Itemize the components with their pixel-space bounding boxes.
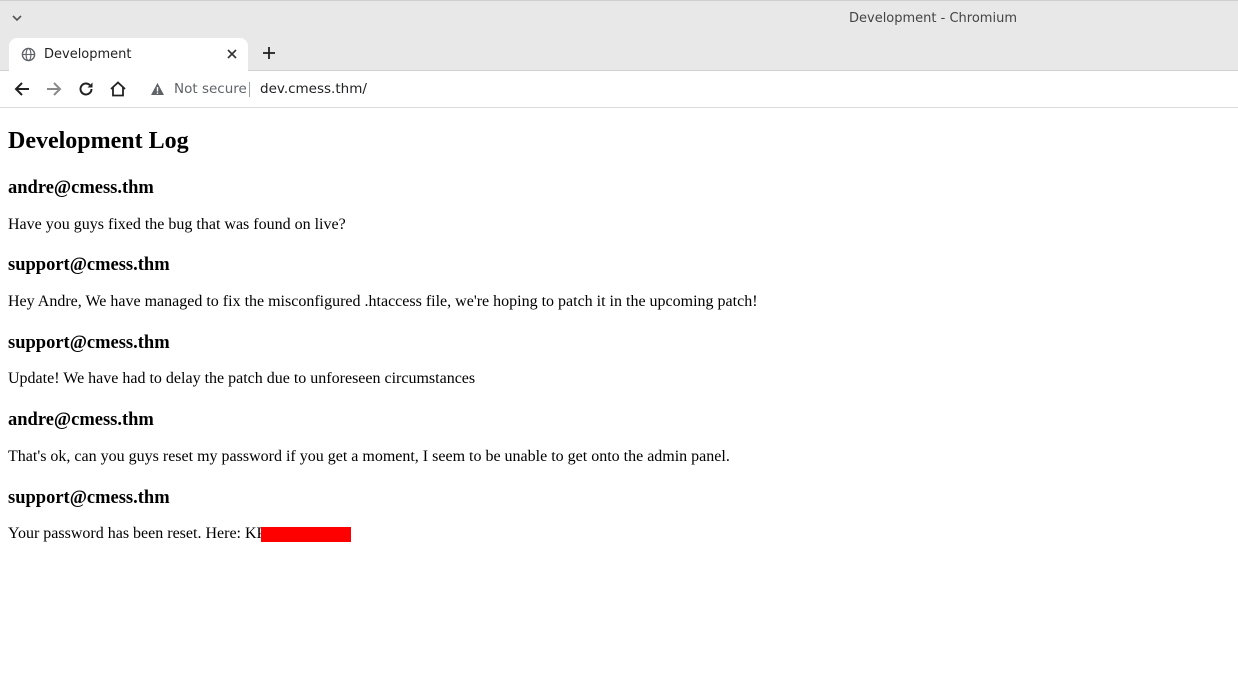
tab-label: Development [44,47,132,62]
entry-message: Update! We have had to delay the patch d… [8,370,476,387]
url-text[interactable]: dev.cmess.thm/ [260,81,367,97]
entry-author: andre@cmess.thm [8,410,154,430]
security-label[interactable]: Not secure [174,81,247,97]
entry-author: support@cmess.thm [8,488,170,508]
arrow-left-icon[interactable] [13,80,31,98]
entry-author: support@cmess.thm [8,333,170,353]
globe-icon [21,47,36,62]
home-icon[interactable] [109,80,127,98]
tab-strip: Development [0,37,1238,71]
browser-window: Development - Chromium Development Not s… [0,0,1238,678]
chevron-down-icon[interactable] [11,13,23,23]
reload-icon[interactable] [77,80,95,98]
toolbar: Not secure dev.cmess.thm/ [0,71,1238,108]
entry-message: Your password has been reset. Here: KP [8,525,351,543]
address-separator [249,82,250,97]
page-content: Development Log andre@cmess.thm Have you… [0,108,1238,678]
title-bar: Development - Chromium [0,1,1238,37]
arrow-right-icon[interactable] [45,80,63,98]
entry-message: Hey Andre, We have managed to fix the mi… [8,293,758,310]
warning-icon[interactable] [150,82,165,96]
entry-message: That's ok, can you guys reset my passwor… [8,448,730,465]
plus-icon[interactable] [261,45,277,61]
redacted-password: KP [245,525,351,543]
address-bar[interactable]: Not secure dev.cmess.thm/ [140,74,1238,104]
entry-message-prefix: Your password has been reset. Here: [8,525,245,542]
entry-author: support@cmess.thm [8,255,170,275]
entry-author: andre@cmess.thm [8,178,154,198]
redaction-box [260,527,351,542]
window-title-text: Development - Chromium [849,11,1017,26]
tab-development[interactable]: Development [9,38,248,71]
page-title: Development Log [8,128,189,154]
close-icon[interactable] [224,46,240,62]
entry-message: Have you guys fixed the bug that was fou… [8,216,346,233]
